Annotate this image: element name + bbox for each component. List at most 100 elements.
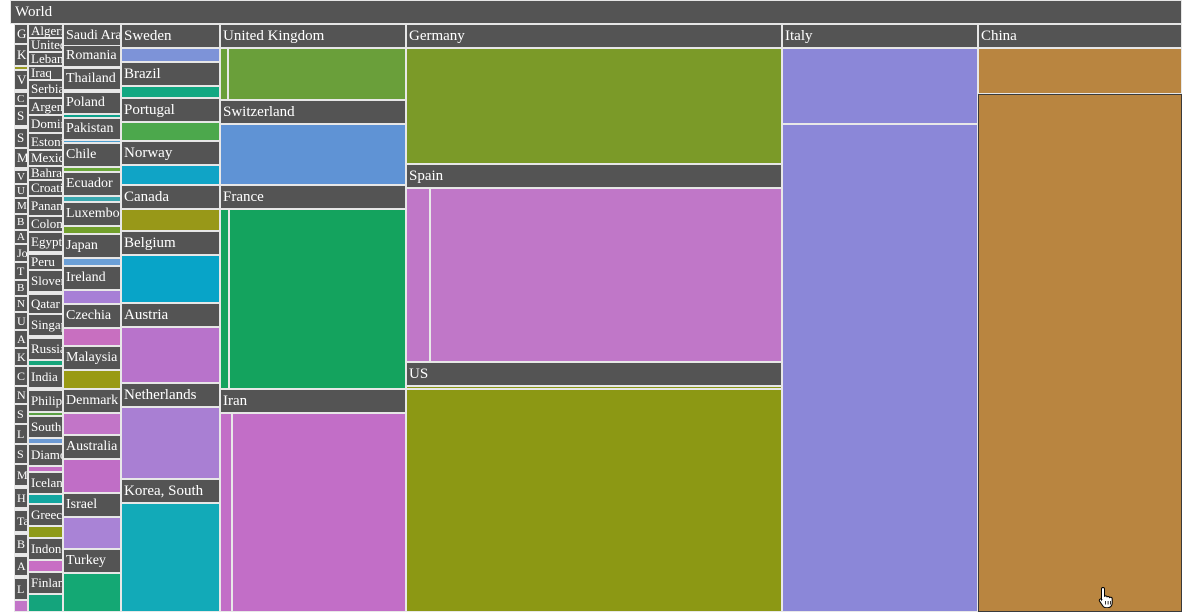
treemap-leaf[interactable] [63,459,121,493]
treemap-leaf[interactable] [782,48,978,124]
treemap-node-australia-31[interactable]: Australia [63,435,121,493]
treemap-node-india-53[interactable]: India [28,366,63,390]
treemap-leaf[interactable] [121,209,220,231]
treemap-node-s-82[interactable]: S [14,404,28,424]
treemap-node-h-86[interactable]: H [14,488,28,510]
treemap-leaf[interactable] [978,48,1182,94]
treemap-leaf[interactable] [63,328,121,346]
treemap-node-thailand-20[interactable]: Thailand [63,68,121,92]
treemap-node-n-76[interactable]: N [14,296,28,312]
treemap-node-lebanon-36[interactable]: Lebanon [28,52,63,66]
treemap-node-canada-13[interactable]: Canada [121,185,220,231]
treemap-leaf[interactable] [121,86,220,98]
treemap-node-v-63[interactable]: V [14,70,28,92]
treemap-node-m-85[interactable]: M [14,464,28,488]
treemap-node-c-64[interactable]: C [14,92,28,106]
treemap-node-south-africa-55[interactable]: South Africa [28,416,63,444]
treemap-leaf[interactable] [220,124,406,185]
treemap-leaf[interactable] [228,48,406,100]
treemap-node-indonesia-59[interactable]: Indonesia [28,538,63,572]
treemap-node-croatia-44[interactable]: Croatia [28,180,63,196]
treemap-node-iraq-37[interactable]: Iraq [28,66,63,80]
treemap-node-serbia-38[interactable]: Serbia [28,80,63,98]
treemap-leaf[interactable] [220,413,232,612]
treemap-node-united-arab-emirates-35[interactable]: United Arab Emirates [28,38,63,52]
treemap-node-belgium-14[interactable]: Belgium [121,231,220,303]
treemap-leaf[interactable] [121,122,220,141]
treemap-leaf[interactable] [232,413,406,612]
treemap-node-us-4[interactable]: US [406,362,782,612]
treemap-node-a-78[interactable]: A [14,330,28,348]
treemap-leaf[interactable] [14,600,28,612]
treemap-node-c-80[interactable]: C [14,366,28,386]
treemap-node-iceland-57[interactable]: Iceland [28,472,63,504]
treemap-node-malaysia-29[interactable]: Malaysia [63,346,121,389]
treemap-leaf[interactable] [121,165,220,185]
treemap-node-japan-26[interactable]: Japan [63,234,121,266]
treemap-node-denmark-30[interactable]: Denmark [63,389,121,435]
treemap-node-iran-8[interactable]: Iran [220,389,406,612]
treemap-node-s-84[interactable]: S [14,444,28,464]
treemap-node-switzerland-6[interactable]: Switzerland [220,100,406,185]
treemap-node-m-67[interactable]: M [14,148,28,170]
treemap-node-china-0[interactable]: China [978,24,1182,612]
treemap-node-b-71[interactable]: B [14,214,28,230]
treemap-node-germany-2[interactable]: Germany [406,24,782,164]
treemap-node-l-90[interactable]: L [14,578,28,612]
treemap-node-france-7[interactable]: France [220,185,406,389]
treemap-node-finland-60[interactable]: Finland [28,572,63,612]
treemap-leaf[interactable] [782,124,978,612]
treemap-node-t-74[interactable]: T [14,262,28,280]
treemap-node-egypt-47[interactable]: Egypt [28,232,63,254]
treemap-node-n-81[interactable]: N [14,386,28,404]
treemap-node-dominican-republic-40[interactable]: Dominican Republic [28,115,63,133]
treemap-leaf[interactable] [121,407,220,479]
treemap-leaf[interactable] [28,594,63,612]
treemap-node-mexico-42[interactable]: Mexico [28,150,63,166]
treemap-node-v-68[interactable]: V [14,170,28,184]
treemap-node-poland-21[interactable]: Poland [63,92,121,118]
treemap-leaf[interactable] [430,188,782,362]
treemap-node-korea-south-17[interactable]: Korea, South [121,479,220,612]
treemap-node-portugal-11[interactable]: Portugal [121,98,220,141]
treemap-node-jo-73[interactable]: Jo [14,244,28,262]
treemap-leaf[interactable] [406,389,782,612]
treemap-node-a-72[interactable]: A [14,230,28,244]
treemap-node-netherlands-16[interactable]: Netherlands [121,383,220,479]
treemap-node-colombia-46[interactable]: Colombia [28,216,63,232]
treemap-leaf[interactable] [28,560,63,572]
treemap-node-algeria-34[interactable]: Algeria [28,24,63,38]
treemap-node-b-88[interactable]: B [14,534,28,556]
treemap-node-m-70[interactable]: M [14,198,28,214]
treemap-node-italy-1[interactable]: Italy [782,24,978,612]
treemap-node-sweden-9[interactable]: Sweden [121,24,220,62]
treemap-node-panama-45[interactable]: Panama [28,196,63,216]
treemap-leaf[interactable] [63,290,121,304]
treemap-leaf[interactable] [121,503,220,612]
treemap-node-peru-48[interactable]: Peru [28,254,63,270]
treemap-node-k-79[interactable]: K [14,348,28,366]
treemap-node-united-kingdom-5[interactable]: United Kingdom [220,24,406,100]
treemap-node-s-65[interactable]: S [14,106,28,128]
treemap-leaf[interactable] [63,413,121,435]
treemap-node-l-83[interactable]: L [14,424,28,444]
treemap-node-brazil-10[interactable]: Brazil [121,62,220,98]
treemap-node-spain-3[interactable]: Spain [406,164,782,362]
treemap-leaf[interactable] [63,370,121,389]
treemap-node-slovenia-49[interactable]: Slovenia [28,270,63,294]
treemap-leaf[interactable] [406,48,782,164]
treemap-node-chile-23[interactable]: Chile [63,143,121,172]
treemap-leaf[interactable] [63,226,121,234]
treemap-leaf[interactable] [220,209,229,389]
treemap-node-bahrain-43[interactable]: Bahrain [28,166,63,180]
treemap-leaf[interactable] [63,258,121,266]
treemap-node-estonia-41[interactable]: Estonia [28,133,63,150]
treemap-node-luxembourg-25[interactable]: Luxembourg [63,202,121,234]
treemap-node-g-61[interactable]: G [14,24,28,44]
treemap-node-diamond-princess-56[interactable]: Diamond Princess [28,444,63,472]
treemap-leaf[interactable] [229,209,406,389]
treemap-node-ecuador-24[interactable]: Ecuador [63,172,121,202]
treemap-leaf[interactable] [121,48,220,62]
treemap-leaf[interactable] [121,255,220,303]
treemap-node-a-89[interactable]: A [14,556,28,578]
